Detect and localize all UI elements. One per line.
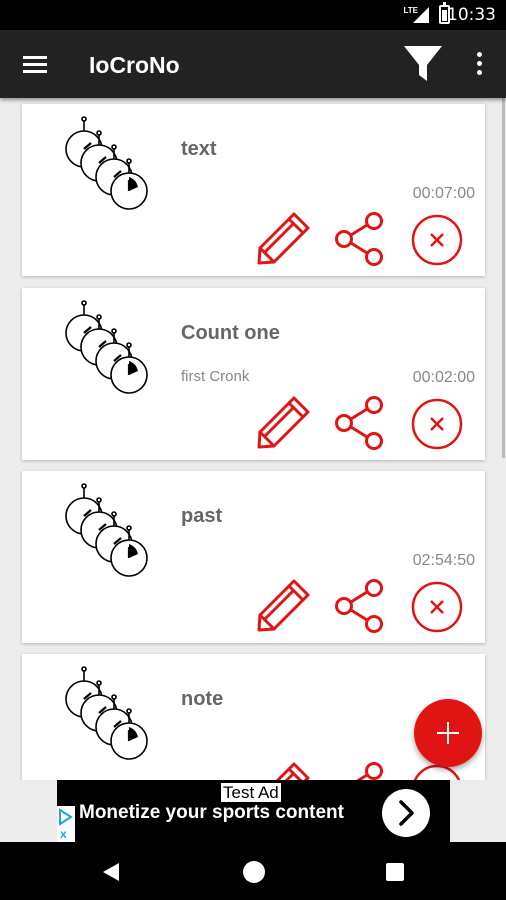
timer-card[interactable]: Count one first Cronk 00:02:00 bbox=[22, 288, 485, 460]
ad-banner[interactable]: x Test Ad Monetize your sports content bbox=[57, 780, 450, 842]
share-icon[interactable] bbox=[334, 396, 386, 450]
app-bar: IoCroNo bbox=[0, 30, 506, 98]
add-timer-button[interactable] bbox=[414, 699, 482, 767]
card-subtitle: first Cronk bbox=[181, 368, 250, 385]
stopwatches-icon bbox=[58, 300, 158, 394]
more-vert-icon[interactable] bbox=[473, 52, 485, 78]
svg-text:x: x bbox=[60, 827, 67, 841]
share-icon[interactable] bbox=[334, 579, 386, 633]
pencil-icon[interactable] bbox=[256, 760, 312, 780]
timer-card[interactable]: note 0 bbox=[22, 654, 485, 780]
card-title: Count one bbox=[181, 322, 280, 344]
timer-card[interactable]: text 00:07:00 bbox=[22, 104, 485, 276]
card-time: 00:07:00 bbox=[412, 185, 475, 202]
close-circle-icon[interactable] bbox=[411, 581, 463, 633]
share-icon[interactable] bbox=[334, 212, 386, 266]
adchoices-icon[interactable]: x bbox=[57, 806, 75, 842]
pencil-icon[interactable] bbox=[256, 577, 312, 633]
status-time: 10:33 bbox=[447, 5, 496, 25]
filter-icon[interactable] bbox=[403, 45, 443, 83]
card-title: text bbox=[181, 138, 217, 160]
card-title: past bbox=[181, 505, 223, 527]
close-circle-icon[interactable] bbox=[411, 764, 463, 780]
chevron-right-icon[interactable] bbox=[382, 789, 430, 837]
menu-icon[interactable] bbox=[23, 56, 47, 74]
home-icon[interactable] bbox=[243, 861, 265, 883]
timer-card[interactable]: past 02:54:50 bbox=[22, 471, 485, 643]
scrollbar[interactable] bbox=[502, 98, 505, 458]
pencil-icon[interactable] bbox=[256, 394, 312, 450]
close-circle-icon[interactable] bbox=[411, 398, 463, 450]
app-title: IoCroNo bbox=[89, 52, 180, 78]
status-bar: LTE 10:33 bbox=[0, 0, 506, 30]
stopwatches-icon bbox=[58, 483, 158, 577]
card-time: 02:54:50 bbox=[412, 552, 475, 569]
share-icon[interactable] bbox=[334, 762, 386, 780]
close-circle-icon[interactable] bbox=[411, 214, 463, 266]
ad-label: Test Ad bbox=[221, 783, 281, 802]
ad-text[interactable]: Monetize your sports content bbox=[79, 802, 344, 824]
card-time: 00:02:00 bbox=[412, 369, 475, 386]
signal-icon bbox=[413, 7, 429, 23]
pencil-icon[interactable] bbox=[256, 210, 312, 266]
back-icon[interactable] bbox=[103, 863, 119, 881]
timer-list[interactable]: text 00:07:00 Count one first Cronk 00:0… bbox=[0, 98, 506, 780]
card-title: note bbox=[181, 688, 224, 710]
recents-icon[interactable] bbox=[386, 863, 404, 881]
stopwatches-icon bbox=[58, 666, 158, 760]
stopwatches-icon bbox=[58, 116, 158, 210]
nav-bar bbox=[0, 842, 506, 900]
